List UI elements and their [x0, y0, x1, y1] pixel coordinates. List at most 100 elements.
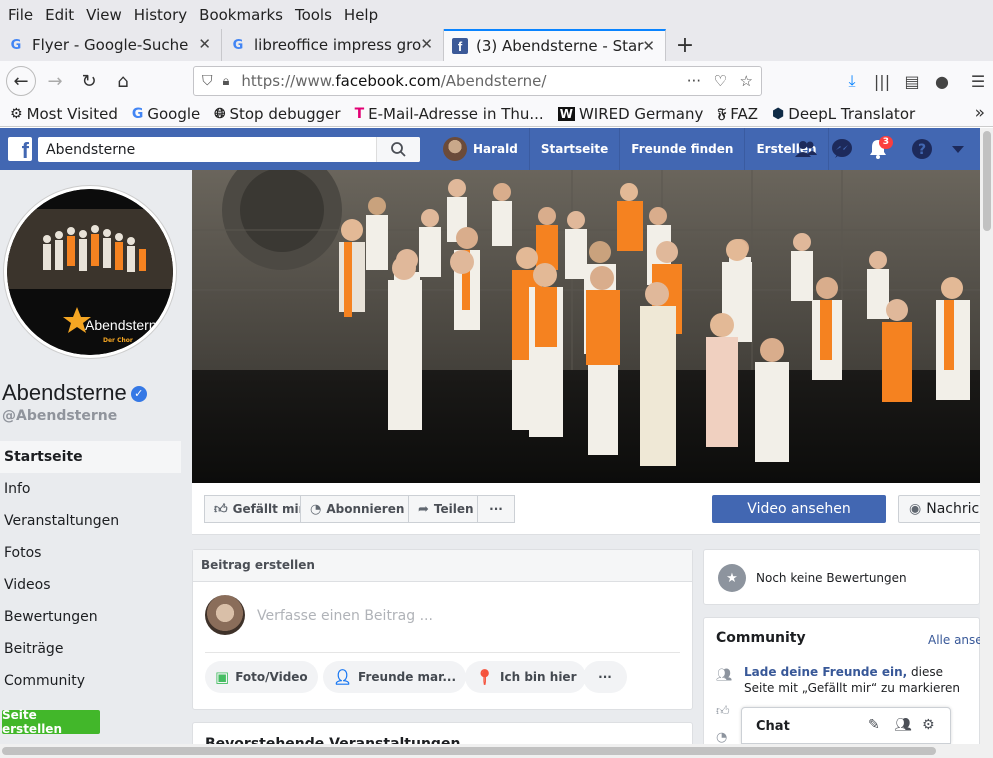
- sidebar-icon[interactable]: ▤: [897, 72, 927, 91]
- google-icon: G: [232, 37, 244, 53]
- page-actions-icon[interactable]: ···: [687, 72, 701, 90]
- search-icon: [391, 142, 406, 157]
- facebook-logo-icon[interactable]: f: [8, 137, 32, 163]
- search-button[interactable]: [376, 137, 420, 162]
- button-label: Foto/Video: [235, 670, 308, 684]
- bookmark-stop-debugger[interactable]: 🌐︎ Stop debugger: [214, 105, 340, 123]
- create-page-button[interactable]: Seite erstellen: [2, 708, 100, 736]
- deepl-icon: ⬢: [772, 105, 785, 122]
- more-bookmarks-icon[interactable]: »: [975, 103, 985, 123]
- share-button[interactable]: ➦ Teilen: [408, 495, 484, 523]
- menu-file[interactable]: File: [8, 6, 33, 24]
- page-nav-community[interactable]: Community: [0, 665, 181, 697]
- gear-icon[interactable]: ⚙: [922, 717, 935, 733]
- scrollbar-thumb[interactable]: [983, 131, 991, 231]
- account-menu-icon[interactable]: [940, 128, 976, 170]
- close-tab-icon[interactable]: ✕: [420, 35, 433, 53]
- photo-video-button[interactable]: ▣ Foto/Video: [205, 661, 318, 693]
- pocket-icon[interactable]: ♡: [714, 72, 727, 90]
- messenger-icon: ◉: [909, 501, 922, 517]
- hamburger-menu-icon[interactable]: ☰: [963, 72, 993, 91]
- search-box: [38, 137, 420, 162]
- page-nav-info[interactable]: Info: [0, 473, 181, 505]
- shield-icon[interactable]: ⛉: [202, 73, 213, 89]
- bookmark-wired[interactable]: W WIRED Germany: [557, 105, 703, 123]
- menu-view[interactable]: View: [86, 6, 122, 24]
- logo-text: Abendsterne: [85, 317, 165, 333]
- send-message-button[interactable]: ◉Nachricht: [898, 495, 980, 523]
- tab-title: (3) Abendsterne - Starts: [476, 37, 644, 55]
- help-icon[interactable]: ?: [904, 128, 940, 170]
- check-in-button[interactable]: 📍︎ Ich bin hier: [465, 661, 587, 693]
- invite-friends-link[interactable]: Lade deine Freunde ein,: [744, 665, 907, 679]
- search-input[interactable]: [38, 137, 374, 162]
- url-domain: facebook.com: [335, 72, 441, 90]
- reload-button[interactable]: ↻: [74, 66, 104, 96]
- watch-video-button[interactable]: Video ansehen: [712, 495, 886, 523]
- menu-history[interactable]: History: [134, 6, 187, 24]
- like-label: Gefällt mir: [232, 502, 305, 516]
- menu-help[interactable]: Help: [344, 6, 378, 24]
- vertical-scrollbar[interactable]: [980, 128, 993, 744]
- like-button[interactable]: 👍︎ Gefällt mir: [204, 495, 315, 523]
- more-actions-button[interactable]: ···: [477, 495, 515, 523]
- thumbs-up-icon: 👍︎: [716, 704, 730, 719]
- google-icon: G: [131, 105, 144, 122]
- tab-google-libreoffice[interactable]: G libreoffice impress grou ✕: [222, 29, 444, 61]
- tab-facebook-abendsterne[interactable]: f (3) Abendsterne - Starts ✕: [444, 29, 666, 61]
- messenger-icon[interactable]: [824, 128, 860, 170]
- close-tab-icon[interactable]: ✕: [642, 37, 655, 55]
- composer-input[interactable]: Verfasse einen Beitrag ...: [257, 608, 433, 624]
- forward-button[interactable]: →: [40, 66, 70, 96]
- menu-tools[interactable]: Tools: [295, 6, 332, 24]
- menu-bookmarks[interactable]: Bookmarks: [199, 6, 283, 24]
- rss-icon: ◔: [310, 501, 322, 517]
- home-button[interactable]: ⌂: [108, 66, 138, 96]
- cover-photo[interactable]: [192, 170, 980, 483]
- page-nav-beitraege[interactable]: Beiträge: [0, 633, 181, 665]
- profile-picture[interactable]: Abendsterne Der Chor: [4, 186, 176, 358]
- friend-requests-icon[interactable]: [788, 128, 824, 170]
- rss-icon: ◔: [716, 730, 728, 744]
- bookmark-telekom[interactable]: T E-Mail-Adresse in Thu...: [355, 105, 544, 123]
- download-icon[interactable]: ⤓: [837, 71, 867, 91]
- follow-button[interactable]: ◔ Abonnieren: [300, 495, 415, 523]
- bookmark-google[interactable]: G Google: [132, 105, 200, 123]
- button-label: Freunde mar...: [358, 670, 457, 684]
- scrollbar-thumb[interactable]: [2, 747, 936, 755]
- see-all-link[interactable]: Alle anse: [928, 633, 980, 647]
- library-icon[interactable]: |||: [867, 72, 897, 91]
- tab-google-flyer[interactable]: G Flyer - Google-Suche ✕: [0, 29, 222, 61]
- new-tab-button[interactable]: +: [666, 29, 704, 61]
- group-chat-icon[interactable]: 👥︎: [894, 717, 912, 733]
- tag-friends-button[interactable]: 👤︎ Freunde mar...: [323, 661, 467, 693]
- avatar: [443, 137, 467, 161]
- back-button[interactable]: ←: [6, 66, 36, 96]
- page-nav-fotos[interactable]: Fotos: [0, 537, 181, 569]
- horizontal-scrollbar[interactable]: [0, 744, 993, 758]
- lock-icon[interactable]: 🔒︎: [223, 74, 230, 89]
- bookmark-most-visited[interactable]: ⚙ Most Visited: [10, 105, 118, 123]
- page-handle[interactable]: @Abendsterne: [2, 408, 117, 424]
- new-message-icon[interactable]: ✎: [868, 717, 880, 733]
- menu-edit[interactable]: Edit: [45, 6, 74, 24]
- page-nav-videos[interactable]: Videos: [0, 569, 181, 601]
- profile-link[interactable]: Harald: [432, 128, 530, 170]
- chat-bar[interactable]: Chat ✎ 👥︎ ⚙: [741, 707, 951, 744]
- account-icon[interactable]: ●: [927, 72, 957, 91]
- page-nav-startseite[interactable]: Startseite: [0, 441, 181, 473]
- bookmark-faz[interactable]: 𝔉 FAZ: [717, 105, 758, 123]
- bookmark-deepl[interactable]: ⬢ DeepL Translator: [772, 105, 915, 123]
- more-options-button[interactable]: ···: [583, 661, 627, 693]
- notifications-icon[interactable]: 3: [860, 128, 896, 170]
- thumbs-up-icon: 👍︎: [214, 501, 228, 517]
- close-tab-icon[interactable]: ✕: [198, 35, 211, 53]
- url-bar[interactable]: ⛉ 🔒︎ https://www. facebook.com/Abendstern…: [193, 66, 762, 96]
- bookmark-star-icon[interactable]: ☆: [740, 72, 753, 90]
- nav-freunde-finden[interactable]: Freunde finden: [620, 128, 746, 170]
- nav-startseite[interactable]: Startseite: [530, 128, 621, 170]
- page-nav-veranstaltungen[interactable]: Veranstaltungen: [0, 505, 181, 537]
- page-nav-bewertungen[interactable]: Bewertungen: [0, 601, 181, 633]
- bookmark-label: Google: [147, 104, 201, 123]
- invite-text: Lade deine Freunde ein, diese Seite mit …: [744, 664, 976, 696]
